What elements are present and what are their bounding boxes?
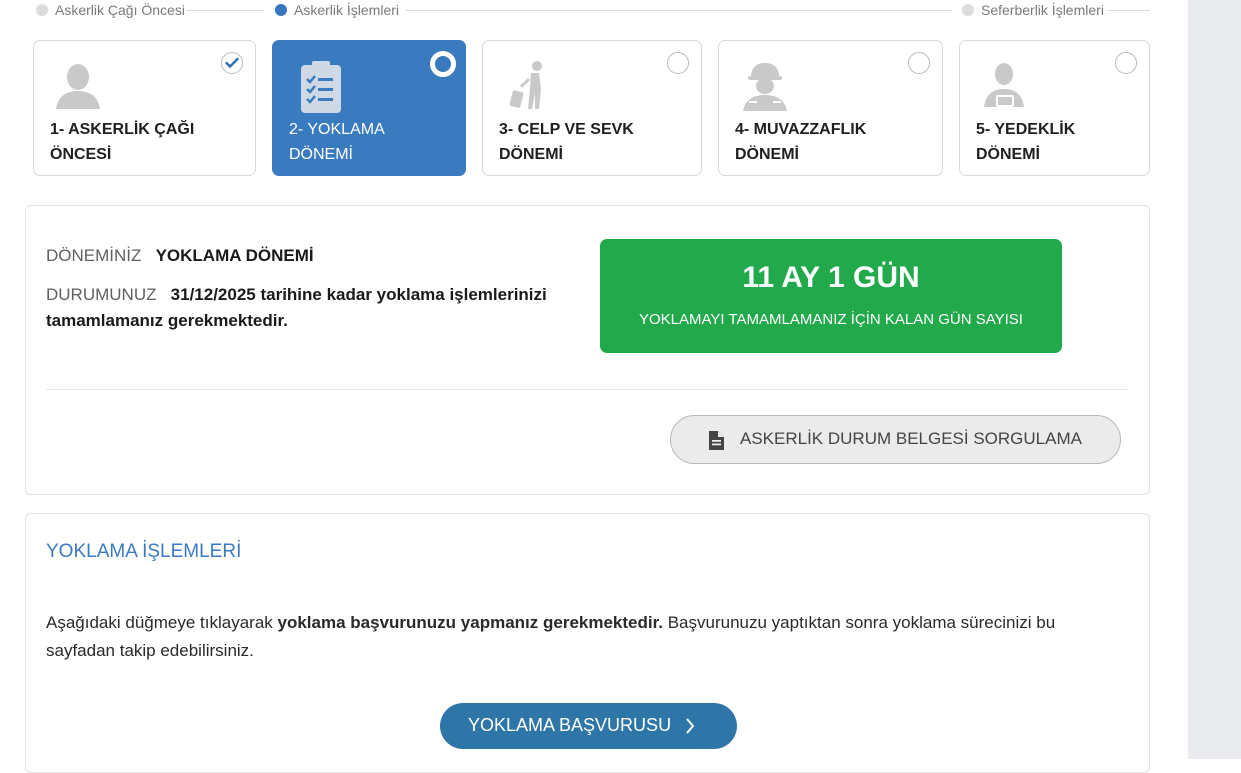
step-dot-3 (962, 4, 974, 16)
step-connector (186, 10, 264, 11)
period-row: DÖNEMİNİZ YOKLAMA DÖNEMİ (46, 243, 314, 269)
reservist-person-icon (976, 57, 1032, 113)
countdown-box: 11 AY 1 GÜN YOKLAMAYI TAMAMLAMANIZ İÇİN … (600, 239, 1062, 353)
apply-button-label: YOKLAMA BAŞVURUSU (468, 715, 672, 735)
period-value: YOKLAMA DÖNEMİ (155, 246, 314, 265)
phase-card-1[interactable]: 1- ASKERLİK ÇAĞI ÖNCESİ (33, 40, 256, 176)
state-value-line2: tamamlamanız gerekmektedir. (46, 311, 288, 330)
process-stepper: Askerlik Çağı Öncesi Askerlik İşlemleri … (34, 0, 1150, 22)
status-panel: DÖNEMİNİZ YOKLAMA DÖNEMİ DURUMUNUZ 31/12… (25, 205, 1150, 495)
section-title: YOKLAMA İŞLEMLERİ (46, 541, 242, 562)
document-query-label: ASKERLİK DURUM BELGESİ SORGULAMA (740, 429, 1082, 448)
phase-radio-5[interactable] (1115, 52, 1137, 74)
countdown-value: 11 AY 1 GÜN (742, 261, 920, 294)
phase-card-5[interactable]: 5- YEDEKLİK DÖNEMİ (959, 40, 1150, 176)
traveler-with-luggage-icon (499, 57, 555, 113)
state-label: DURUMUNUZ (46, 285, 157, 304)
clipboard-checklist-icon (289, 57, 345, 113)
document-query-button[interactable]: ASKERLİK DURUM BELGESİ SORGULAMA (670, 415, 1121, 464)
phase-radio-3[interactable] (667, 52, 689, 74)
instruction-text: Aşağıdaki düğmeye tıklayarak yoklama baş… (46, 613, 1056, 660)
phase-card-4[interactable]: 4- MUVAZZAFLIK DÖNEMİ (718, 40, 943, 176)
phase-title-3: 3- CELP VE SEVK DÖNEMİ (499, 121, 634, 163)
yoklama-apply-button[interactable]: YOKLAMA BAŞVURUSU (440, 703, 737, 749)
page-gutter (1188, 0, 1241, 759)
step-label-1[interactable]: Askerlik Çağı Öncesi (55, 2, 185, 18)
document-icon (708, 431, 724, 455)
phase-title-4: 4- MUVAZZAFLIK DÖNEMİ (735, 121, 867, 163)
step-connector (1108, 10, 1150, 11)
divider (46, 389, 1129, 390)
phase-title-5: 5- YEDEKLİK DÖNEMİ (976, 121, 1076, 163)
phase-radio-2[interactable] (430, 51, 456, 77)
person-silhouette-icon (50, 57, 106, 113)
phase-card-2[interactable]: 2- YOKLAMA DÖNEMİ (272, 40, 466, 176)
step-dot-2 (275, 4, 287, 16)
yoklama-panel: YOKLAMA İŞLEMLERİ Aşağıdaki düğmeye tıkl… (25, 513, 1150, 773)
checkmark-icon (225, 57, 239, 69)
phase-radio-4[interactable] (908, 52, 930, 74)
state-row: DURUMUNUZ 31/12/2025 tarihine kadar yokl… (46, 282, 547, 334)
phase-title-2: 2- YOKLAMA DÖNEMİ (289, 121, 385, 163)
phase-title-1: 1- ASKERLİK ÇAĞI ÖNCESİ (50, 121, 195, 163)
step-connector (406, 10, 952, 11)
soldier-helmet-icon (735, 57, 791, 113)
step-label-3[interactable]: Seferberlik İşlemleri (981, 2, 1104, 18)
step-label-2[interactable]: Askerlik İşlemleri (294, 2, 399, 18)
phase-card-3[interactable]: 3- CELP VE SEVK DÖNEMİ (482, 40, 702, 176)
step-dot-1 (36, 4, 48, 16)
phase-radio-1[interactable] (221, 52, 243, 74)
state-value-line1: 31/12/2025 tarihine kadar yoklama işleml… (170, 285, 547, 304)
chevron-right-icon (685, 717, 695, 740)
period-label: DÖNEMİNİZ (46, 246, 142, 265)
countdown-caption: YOKLAMAYI TAMAMLAMANIZ İÇİN KALAN GÜN SA… (639, 311, 1023, 328)
